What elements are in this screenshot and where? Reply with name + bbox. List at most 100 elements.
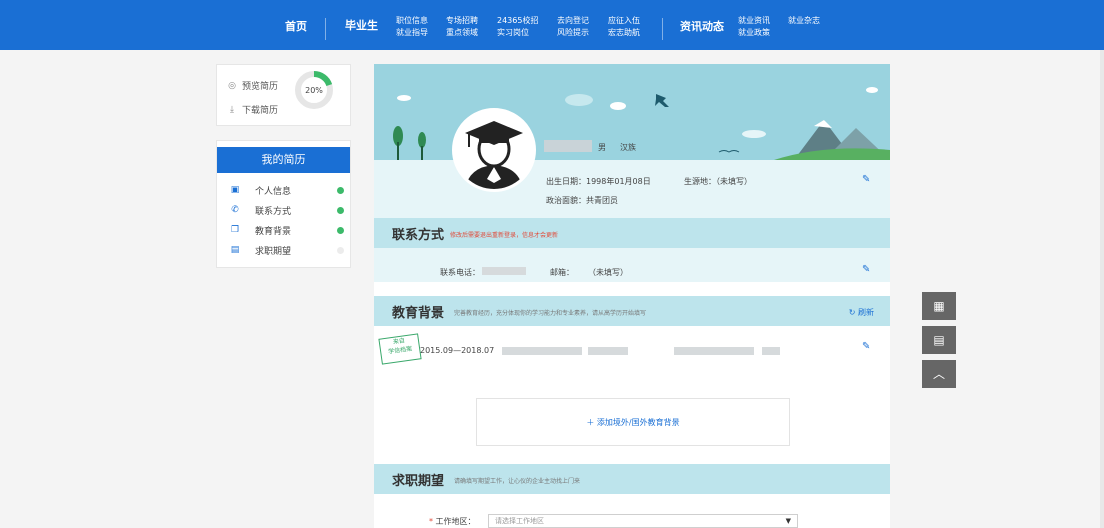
message-icon: ▤	[933, 333, 945, 347]
sidebar-item-expectation[interactable]: ▤ 求职期望	[229, 243, 344, 257]
nav-news[interactable]: 资讯动态	[680, 18, 724, 34]
major-redacted	[762, 347, 780, 355]
work-region-select[interactable]: 请选择工作地区 ▼	[488, 514, 798, 528]
qr-code-icon: ▦	[933, 299, 945, 313]
nav-graduates[interactable]: 毕业生	[345, 17, 378, 33]
status-dot	[337, 206, 344, 214]
edit-education-icon[interactable]: ✎	[862, 341, 870, 352]
nav-sub-col: 去向登记 风险提示	[557, 15, 589, 39]
nav-link-24365[interactable]: 24365校招	[497, 15, 538, 27]
sidebar-item-label: 教育背景	[255, 226, 292, 237]
status-dot	[337, 226, 344, 234]
nav-link-internship[interactable]: 实习岗位	[497, 27, 538, 39]
ethnicity-value: 汉族	[620, 143, 636, 152]
download-icon: ⤓	[230, 104, 234, 115]
nav-link-guidance[interactable]: 就业指导	[396, 27, 428, 39]
eye-icon: ◎	[228, 80, 236, 91]
nav-link-special-recruit[interactable]: 专场招聘	[446, 15, 478, 27]
nav-link-policy[interactable]: 就业政策	[738, 27, 770, 39]
preview-resume-label: 预览简历	[242, 82, 279, 92]
nav-link-destination[interactable]: 去向登记	[557, 15, 589, 27]
expectation-note: 请确填写期望工作，让心仪的企业主动找上门来	[454, 478, 581, 485]
refresh-button[interactable]: ↻ 刷新	[849, 307, 874, 318]
dropdown-arrow-icon: ▼	[785, 517, 791, 525]
contact-note: 修改后需要退出重新登录，信息才会更新	[450, 232, 559, 239]
preview-resume-link[interactable]: ◎ 预览简历	[227, 79, 279, 93]
birthplace: 生源地：（未填写）	[684, 177, 752, 186]
status-dot	[337, 246, 344, 254]
nav-divider	[662, 18, 663, 40]
nav-link-risk[interactable]: 风险提示	[557, 27, 589, 39]
email-value: （未填写）	[588, 268, 628, 277]
top-nav: 首页 毕业生 职位信息 就业指导 专场招聘 重点领域 24365校招 实习岗位 …	[0, 0, 1104, 50]
phone-redacted	[482, 267, 526, 275]
phone-icon: ✆	[231, 205, 239, 215]
contact-title: 联系方式	[392, 228, 445, 243]
edit-profile-icon[interactable]: ✎	[862, 174, 870, 185]
status-dot	[337, 186, 344, 194]
my-resume-nav: 我的简历 ▣ 个人信息 ✆ 联系方式 ❐ 教育背景 ▤ 求职期望	[216, 140, 351, 268]
refresh-icon: ↻	[848, 308, 856, 317]
major-redacted	[674, 347, 754, 355]
degree-redacted	[588, 347, 628, 355]
stamp-text: 来自 学信档案	[387, 337, 413, 356]
feedback-button[interactable]: ▤	[922, 326, 956, 354]
work-region-placeholder: 请选择工作地区	[495, 517, 544, 525]
sidebar-item-personal-info[interactable]: ▣ 个人信息	[229, 183, 344, 197]
nav-sub-col: 职位信息 就业指导	[396, 15, 428, 39]
nav-link-job-info[interactable]: 职位信息	[396, 15, 428, 27]
sidebar-item-label: 联系方式	[255, 206, 292, 217]
graduate-avatar-icon	[455, 111, 533, 189]
gender-value: 男	[598, 143, 606, 152]
expectation-section-header: 求职期望 请确填写期望工作，让心仪的企业主动找上门来	[374, 464, 890, 494]
nav-divider	[325, 18, 326, 40]
work-region-row: * 工作地区： 请选择工作地区 ▼	[374, 514, 890, 528]
sidebar-item-contact[interactable]: ✆ 联系方式	[229, 203, 344, 217]
nav-link-employment-news[interactable]: 就业资讯	[738, 15, 770, 27]
avatar[interactable]	[452, 108, 536, 192]
sidebar-item-label: 求职期望	[255, 246, 292, 257]
xuexin-stamp: 来自 学信档案	[378, 333, 422, 365]
email-label: 邮箱：	[550, 268, 574, 277]
nav-link-enlist[interactable]: 应征入伍	[608, 15, 640, 27]
target-icon: ▤	[230, 245, 240, 255]
education-title: 教育背景	[392, 306, 445, 321]
chevron-up-icon: ︿	[932, 367, 945, 381]
nav-sub-col: 24365校招 实习岗位	[497, 15, 538, 39]
phone-label: 联系电话：	[440, 268, 480, 277]
refresh-label: 刷新	[858, 308, 874, 317]
education-section-header: 教育背景 完善教育经历，充分体现你的学习能力和专业素养，请从高学历开始填写 ↻ …	[374, 296, 890, 326]
page-scrollbar[interactable]	[1100, 50, 1104, 528]
education-note: 完善教育经历，充分体现你的学习能力和专业素养，请从高学历开始填写	[454, 310, 647, 317]
qr-code-button[interactable]: ▦	[922, 292, 956, 320]
nav-sub-col: 应征入伍 宏志助航	[608, 15, 640, 39]
nav-sub-col: 就业杂志	[788, 15, 820, 27]
add-overseas-education-label: ＋ 添加境外/国外教育背景	[586, 418, 680, 427]
education-period: 2015.09—2018.07	[420, 346, 495, 355]
work-region-label: * 工作地区：	[429, 517, 476, 526]
political-status: 政治面貌：共青团员	[546, 196, 618, 205]
school-redacted	[502, 347, 582, 355]
expectation-title: 求职期望	[392, 474, 445, 489]
download-resume-label: 下载简历	[242, 106, 279, 116]
nav-link-hongzhi[interactable]: 宏志助航	[608, 27, 640, 39]
nav-sub-col: 专场招聘 重点领域	[446, 15, 478, 39]
sidebar-item-label: 个人信息	[255, 186, 292, 197]
resume-main-panel: 男 汉族 出生日期：1998年01月08日 生源地：（未填写） 政治面貌：共青团…	[374, 64, 890, 528]
my-resume-title: 我的简历	[217, 147, 350, 173]
edit-contact-icon[interactable]: ✎	[862, 264, 870, 275]
sidebar-item-education[interactable]: ❐ 教育背景	[229, 223, 344, 237]
nav-link-key-fields[interactable]: 重点领域	[446, 27, 478, 39]
nav-sub-col: 就业资讯 就业政策	[738, 15, 770, 39]
book-icon: ❐	[230, 225, 240, 235]
nav-home[interactable]: 首页	[285, 18, 307, 34]
id-card-icon: ▣	[230, 185, 240, 195]
nav-link-magazine[interactable]: 就业杂志	[788, 15, 820, 27]
contact-section-header: 联系方式 修改后需要退出重新登录，信息才会更新	[374, 218, 890, 248]
name-redacted	[544, 140, 592, 152]
completion-percent: 20%	[305, 86, 323, 95]
birth-date: 出生日期：1998年01月08日	[546, 177, 651, 186]
add-overseas-education-button[interactable]: ＋ 添加境外/国外教育背景	[476, 398, 790, 446]
back-to-top-button[interactable]: ︿	[922, 360, 956, 388]
download-resume-link[interactable]: ⤓ 下载简历	[227, 103, 279, 117]
